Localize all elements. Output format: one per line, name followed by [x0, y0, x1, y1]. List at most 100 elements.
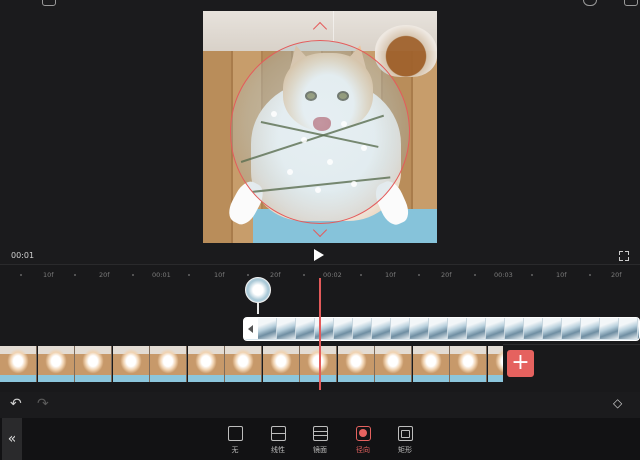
preview-door-edge: [333, 11, 334, 41]
current-timecode: 00:01: [11, 251, 35, 260]
ruler-dot: [303, 274, 305, 276]
ruler-dot: [474, 274, 476, 276]
keyframe-icon[interactable]: ◇: [613, 396, 622, 410]
playhead[interactable]: [319, 278, 321, 390]
overlay-frame: [486, 318, 505, 339]
video-preview[interactable]: [203, 11, 437, 243]
mirror-mask-icon: [312, 426, 328, 441]
overlay-frame: [258, 318, 277, 339]
overlay-frame: [353, 318, 372, 339]
ruler-tick: 20f: [441, 271, 452, 279]
settings-icon[interactable]: [624, 0, 638, 6]
overlay-frame: [391, 318, 410, 339]
blossom: [301, 137, 307, 143]
export-icon[interactable]: [42, 0, 56, 6]
none-mask-icon: [227, 426, 243, 441]
blossom-branch: [260, 121, 379, 148]
ruler-tick: 20f: [99, 271, 110, 279]
blossom: [361, 145, 367, 151]
blossom: [351, 181, 357, 187]
ruler-tick: 10f: [556, 271, 567, 279]
linear-mask-icon: [270, 426, 286, 441]
mask-option-mirror[interactable]: 镜面: [300, 424, 340, 458]
overlay-frame: [600, 318, 619, 339]
clip-frame: [487, 346, 503, 382]
redo-icon[interactable]: ↷: [37, 396, 49, 412]
undo-icon[interactable]: ↶: [10, 396, 22, 412]
ruler-dot: [360, 274, 362, 276]
overlay-frame: [562, 318, 581, 339]
add-clip-button[interactable]: +: [507, 350, 534, 377]
ruler-tick: 20f: [270, 271, 281, 279]
overlay-frame: [296, 318, 315, 339]
ruler-dot: [20, 274, 22, 276]
radial-mask-icon: [355, 426, 371, 441]
radial-mask-area[interactable]: [230, 40, 410, 224]
clip-frame: [187, 346, 225, 382]
rectangle-mask-icon: [397, 426, 413, 441]
play-button[interactable]: [314, 249, 324, 261]
mask-option-label: 无: [231, 446, 239, 454]
overlay-frame: [543, 318, 562, 339]
blossom: [271, 111, 277, 117]
mask-option-label: 线性: [271, 446, 285, 454]
help-icon[interactable]: [583, 0, 597, 6]
clip-frame: [412, 346, 450, 382]
collapse-button[interactable]: «: [2, 418, 22, 460]
mask-option-linear[interactable]: 线性: [258, 424, 298, 458]
overlay-frame: [372, 318, 391, 339]
pip-clip-connector: [257, 303, 259, 314]
ruler-tick: 20f: [611, 271, 622, 279]
clip-frame: [150, 346, 187, 382]
mask-option-radial[interactable]: 径向: [343, 424, 383, 458]
blossom: [341, 121, 347, 127]
overlay-frame: [334, 318, 353, 339]
ruler-dot: [589, 274, 591, 276]
ruler-dot: [132, 274, 134, 276]
clip-frame: [75, 346, 112, 382]
mask-option-label: 径向: [356, 446, 370, 454]
ruler-tick: 10f: [385, 271, 396, 279]
overlay-frame: [505, 318, 524, 339]
overlay-frame: [619, 318, 638, 339]
overlay-frame: [581, 318, 600, 339]
mask-option-label: 镜面: [313, 446, 327, 454]
main-video-clip[interactable]: [0, 346, 503, 382]
ruler-tick: 10f: [43, 271, 54, 279]
mask-option-none[interactable]: 无: [215, 424, 255, 458]
overlay-frame: [448, 318, 467, 339]
ruler-tick: 00:02: [323, 271, 342, 279]
timeline-ruler[interactable]: 10f 20f 00:01 10f 20f 00:02 10f 20f 00:0…: [0, 264, 640, 279]
clip-frame: [262, 346, 300, 382]
overlay-trim-handle[interactable]: [244, 318, 258, 339]
ruler-dot: [418, 274, 420, 276]
overlay-frame: [467, 318, 486, 339]
fullscreen-icon[interactable]: [619, 251, 629, 261]
ruler-dot: [188, 274, 190, 276]
overlay-frame: [277, 318, 296, 339]
mask-option-rectangle[interactable]: 矩形: [385, 424, 425, 458]
ruler-tick: 10f: [214, 271, 225, 279]
overlay-frame: [410, 318, 429, 339]
ruler-tick: 00:01: [152, 271, 171, 279]
blossom: [327, 159, 333, 165]
track-divider: [503, 344, 640, 345]
ruler-dot: [74, 274, 76, 276]
overlay-frame: [524, 318, 543, 339]
clip-frame: [375, 346, 412, 382]
clip-frame: [450, 346, 487, 382]
blossom: [315, 187, 321, 193]
blossom: [287, 169, 293, 175]
clip-frame: [112, 346, 150, 382]
overlay-frame: [315, 318, 334, 339]
ruler-tick: 00:03: [494, 271, 513, 279]
clip-frame: [37, 346, 75, 382]
overlay-frame: [429, 318, 448, 339]
pip-clip-thumbnail[interactable]: [245, 277, 271, 303]
ruler-dot: [247, 274, 249, 276]
clip-frame: [0, 346, 37, 382]
clip-frame: [225, 346, 262, 382]
ruler-dot: [531, 274, 533, 276]
overlay-clip[interactable]: [243, 317, 640, 341]
mask-option-label: 矩形: [398, 446, 412, 454]
